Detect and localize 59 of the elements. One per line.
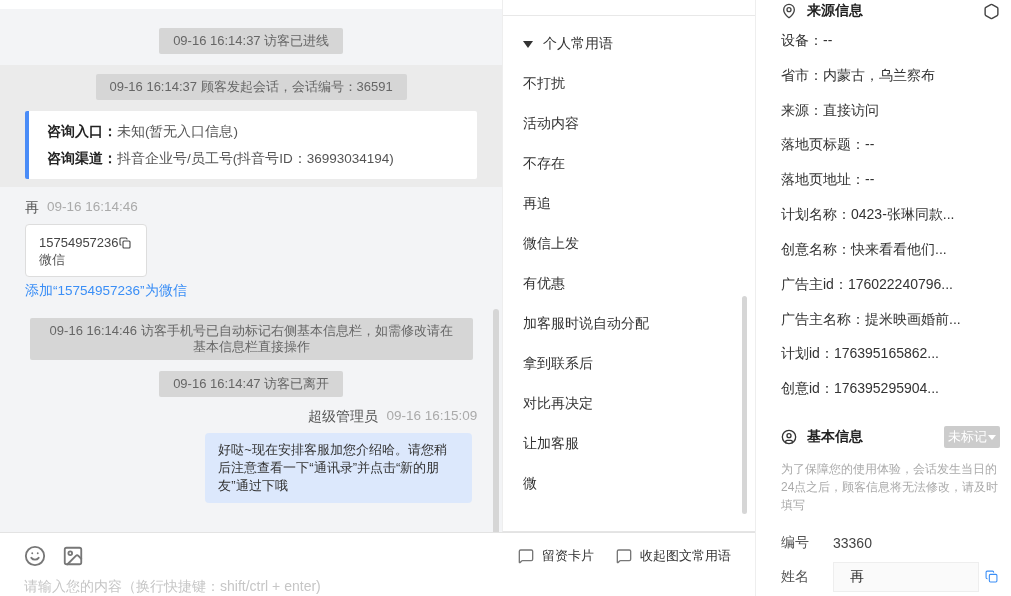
phrase-item[interactable]: 有优惠: [503, 274, 755, 314]
info-row-text: 广告主id：176022240796...: [781, 274, 954, 294]
contact-type: 微信: [39, 252, 66, 269]
caret-icon: [988, 434, 996, 440]
info-row-text: 创意名称：快来看看他们...: [781, 239, 948, 259]
info-row-text: 落地页地址：--: [781, 170, 876, 190]
chat-bubble-icon: [616, 548, 632, 564]
section-title: 基本信息: [807, 428, 863, 447]
field-value: 抖音企业号/员工号(抖音号ID：36993034194): [117, 151, 394, 166]
field-value: 33360: [833, 535, 872, 552]
info-row-text: 创意id：176395295904...: [781, 379, 940, 399]
system-notice: 09-16 16:14:37 顾客发起会话，会话编号：36591: [95, 74, 407, 100]
phrase-item[interactable]: 让加客服: [503, 434, 755, 474]
system-notice: 09-16 16:14:46 访客手机号已自动标记右侧基本信息栏，如需修改请在基本信息栏直接操作: [29, 318, 473, 360]
phrase-item[interactable]: 拿到联系后: [503, 354, 755, 394]
field-label: 编号: [781, 534, 810, 553]
info-row-text: 广告主名称：提米映画婚前...: [781, 309, 962, 329]
user-icon: [781, 429, 797, 446]
message-time: 09-16 16:14:46: [47, 199, 138, 216]
message-time: 09-16 16:15:09: [386, 408, 478, 425]
phrase-item[interactable]: 再追: [503, 194, 755, 234]
settings-icon[interactable]: [983, 2, 1000, 20]
name-field[interactable]: 再: [833, 561, 979, 592]
field-value: 未知(暂无入口信息): [117, 124, 238, 139]
info-row-text: 计划id：176395165862...: [781, 344, 940, 364]
phrase-item[interactable]: 微: [503, 474, 755, 514]
phrase-item[interactable]: 微信上发: [503, 234, 755, 274]
phrase-group-header[interactable]: 个人常用语: [503, 15, 755, 53]
copy-icon[interactable]: [118, 236, 131, 249]
system-notice: 09-16 16:14:37 访客已进线: [159, 28, 344, 54]
info-row-text: 落地页标题：--: [781, 135, 876, 155]
chat-bubble-icon: [518, 548, 534, 564]
message-bubble: 好哒~现在安排客服加您介绍哈。请您稍后注意查看一下“通讯录”并点击“新的朋友”通过下哦: [205, 433, 473, 503]
phrase-item[interactable]: 不打扰: [503, 74, 755, 114]
field-label: 姓名: [781, 567, 810, 586]
info-row-text: 设备：--: [781, 31, 834, 50]
footer-button[interactable]: 留资卡片: [518, 547, 594, 565]
footer-button[interactable]: 收起图文常用语: [616, 547, 731, 565]
info-row-text: 省市：内蒙古，乌兰察布: [781, 65, 936, 85]
scrollbar-thumb[interactable]: [493, 309, 500, 532]
image-icon[interactable]: [62, 545, 84, 567]
sender-name: 超级管理员: [308, 408, 379, 426]
notice-text: 为了保障您的使用体验，会话发生当日的24点之后，顾客信息将无法修改，请及时填写: [781, 461, 1000, 515]
field-label: 咨询渠道：: [47, 151, 117, 166]
copy-icon[interactable]: [985, 570, 998, 584]
phrase-item[interactable]: 对比再决定: [503, 394, 755, 434]
info-row-text: 来源：直接访问: [781, 100, 880, 120]
info-row-text: 计划名称：0423-张琳同款...: [781, 205, 956, 225]
phrase-item[interactable]: 加客服时说自动分配: [503, 314, 755, 354]
phrase-item[interactable]: 活动内容: [503, 114, 755, 154]
phrase-item[interactable]: 不存在: [503, 154, 755, 194]
emoji-icon[interactable]: [24, 545, 46, 567]
sender-name: 再: [25, 199, 39, 217]
field-label: 咨询入口：: [47, 124, 117, 139]
scrollbar-thumb[interactable]: [742, 296, 747, 514]
system-notice: 09-16 16:14:47 访客已离开: [159, 371, 344, 397]
phone-number: 15754957236: [39, 235, 119, 250]
section-title: 来源信息: [807, 2, 863, 20]
location-pin-icon: [781, 3, 797, 19]
